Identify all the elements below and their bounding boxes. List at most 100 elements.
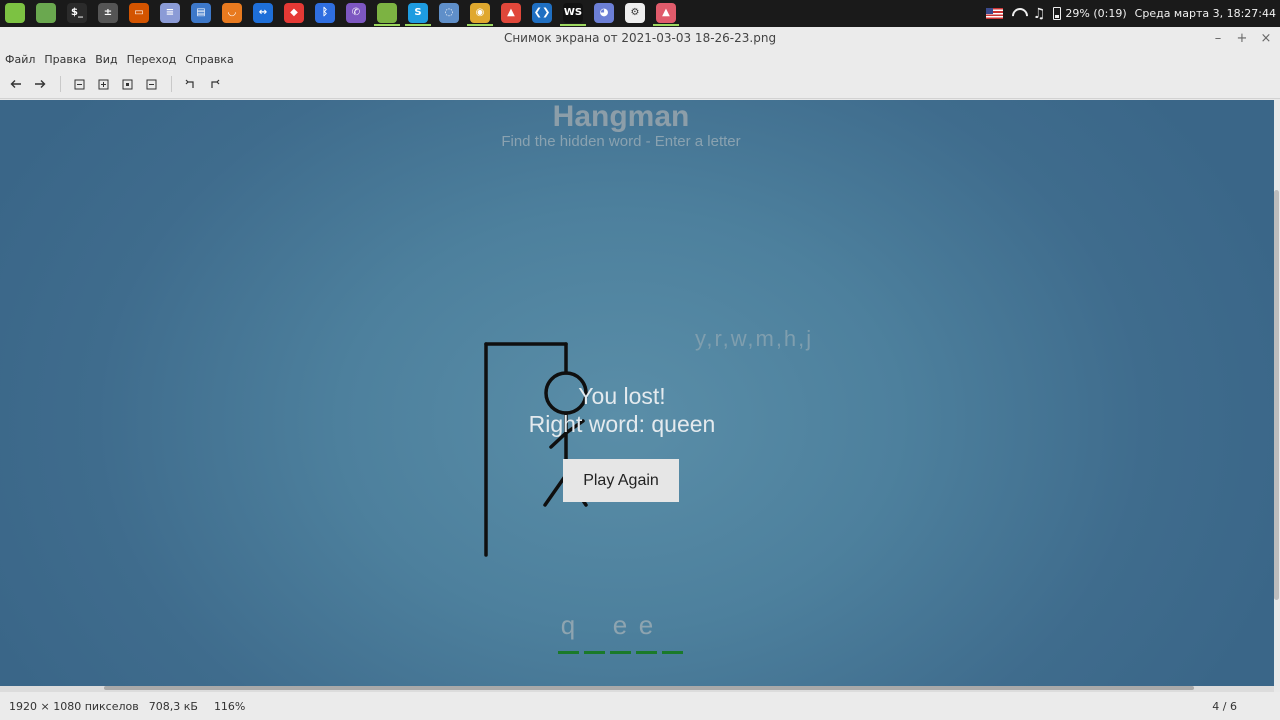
zoom-out-icon[interactable] [71, 76, 87, 92]
taskbar-app-impress[interactable]: ▭ [126, 2, 152, 26]
taskbar-app-webstorm[interactable]: WS [560, 2, 586, 26]
calculator-icon: ± [98, 2, 118, 23]
menu-help[interactable]: Справка [185, 53, 233, 66]
window-titlebar: Снимок экрана от 2021-03-03 18-26-23.png… [0, 27, 1280, 49]
chrome-icon: ◉ [470, 2, 490, 23]
menu-bar: Файл Правка Вид Переход Справка [0, 49, 1280, 70]
taskbar-app-viber[interactable]: ✆ [343, 2, 369, 26]
taskbar-apps: $_ ± ▭ ≡ ▤ ◡ ↔ ◆ ᛒ ✆ S ◌ ◉ ▲ ❮❯ WS ◕ ⚙ ▲ [0, 0, 684, 27]
taskbar-app-mint-menu[interactable] [2, 2, 28, 26]
close-button[interactable]: × [1260, 31, 1272, 46]
horizontal-scroll-thumb[interactable] [104, 686, 1194, 690]
slot-letter: e [612, 610, 628, 640]
taskbar-app-vscode[interactable]: ❮❯ [529, 2, 555, 26]
menu-view[interactable]: Вид [95, 53, 117, 66]
zoom-in-icon[interactable] [95, 76, 111, 92]
zoom-fit-icon[interactable] [119, 76, 135, 92]
taskbar-app-writer[interactable]: ▤ [188, 2, 214, 26]
show-desktop-icon [36, 2, 56, 23]
terminal-icon: $_ [67, 2, 87, 23]
taskbar-app-chrome[interactable]: ◉ [467, 2, 493, 26]
taskbar-app-teamviewer[interactable]: ↔ [250, 2, 276, 26]
taskbar-app-calculator[interactable]: ± [95, 2, 121, 26]
wrong-letters: y,r,w,m,h,j [695, 326, 814, 351]
taskbar-app-text-editor[interactable]: ≡ [157, 2, 183, 26]
slot-underline [583, 651, 605, 654]
viber-icon: ✆ [346, 2, 366, 23]
lost-message: You lost! [578, 383, 666, 409]
taskbar-app-bluetooth[interactable]: ᛒ [312, 2, 338, 26]
discord-icon: ◕ [594, 2, 614, 23]
back-icon[interactable] [8, 76, 24, 92]
vertical-scrollbar[interactable] [1274, 100, 1280, 686]
firefox-icon: ◡ [222, 2, 242, 23]
game-subtitle: Find the hidden word - Enter a letter [501, 133, 741, 150]
system-tray: ♫ 29% (0:19) Среда марта 3, 18:27:44 [978, 0, 1276, 27]
writer-icon: ▤ [191, 2, 211, 23]
wifi-icon[interactable] [1011, 8, 1025, 20]
keyboard-layout-flag-icon[interactable] [985, 8, 1003, 19]
taskbar: $_ ± ▭ ≡ ▤ ◡ ↔ ◆ ᛒ ✆ S ◌ ◉ ▲ ❮❯ WS ◕ ⚙ ▲ ♫ 29% (0:19) Сред… [0, 0, 1280, 27]
taskbar-app-skype[interactable]: S [405, 2, 431, 26]
play-again-button[interactable]: Play Again [563, 459, 679, 502]
image-viewport[interactable]: Hangman Find the hidden word - Enter a l… [0, 100, 1274, 686]
window-title: Снимок экрана от 2021-03-03 18-26-23.png [503, 31, 777, 45]
letter-slot [582, 610, 606, 654]
menu-edit[interactable]: Правка [44, 53, 86, 66]
taskbar-app-image-viewer[interactable]: ▲ [653, 2, 679, 26]
letter-slot: q [556, 610, 580, 654]
mint-menu-icon [5, 2, 25, 23]
webstorm-icon: WS [563, 2, 583, 23]
slot-letter: q [560, 610, 576, 640]
taskbar-app-terminal[interactable]: $_ [64, 2, 90, 26]
taskbar-app-show-desktop[interactable] [33, 2, 59, 26]
files-icon [377, 2, 397, 23]
maximize-button[interactable]: + [1236, 31, 1248, 46]
toolbar-separator [60, 76, 61, 92]
forward-icon[interactable] [32, 76, 48, 92]
taskbar-app-settings[interactable]: ⚙ [622, 2, 648, 26]
toolbar-separator [171, 76, 172, 92]
game-title: Hangman [552, 100, 690, 133]
slot-underline [557, 651, 579, 654]
file-size: 708,3 кБ [148, 699, 198, 713]
battery-icon[interactable] [1053, 7, 1062, 20]
vertical-scroll-thumb[interactable] [1274, 190, 1279, 600]
taskbar-app-firefox[interactable]: ◡ [219, 2, 245, 26]
slot-underline [661, 651, 683, 654]
hangman-drawing [484, 342, 588, 557]
virtualbox-icon: ◌ [439, 2, 459, 23]
impress-icon: ▭ [129, 2, 149, 23]
minimize-button[interactable]: – [1212, 31, 1224, 46]
menu-go[interactable]: Переход [127, 53, 177, 66]
clock[interactable]: Среда марта 3, 18:27:44 [1135, 7, 1276, 20]
taskbar-app-anydesk[interactable]: ◆ [281, 2, 307, 26]
letter-slot: e [608, 610, 632, 654]
image-viewer-icon: ▲ [656, 2, 676, 23]
image-dimensions: 1920 × 1080 пикселов [9, 699, 139, 713]
bluetooth-icon: ᛒ [315, 2, 335, 23]
teamviewer-icon: ↔ [253, 2, 273, 23]
rotate-right-icon[interactable] [206, 76, 222, 92]
toolbar [0, 70, 1280, 99]
settings-icon: ⚙ [625, 2, 645, 23]
image-counter: 4 / 6 [1212, 699, 1237, 713]
taskbar-app-postman[interactable]: ▲ [498, 2, 524, 26]
rotate-left-icon[interactable] [182, 76, 198, 92]
slot-underline [609, 651, 631, 654]
sound-icon[interactable]: ♫ [1033, 6, 1046, 22]
battery-status[interactable]: 29% (0:19) [1065, 7, 1126, 20]
letter-slot [660, 610, 684, 654]
window-controls: – + × [1200, 27, 1272, 49]
taskbar-app-discord[interactable]: ◕ [591, 2, 617, 26]
zoom-level: 116% [213, 699, 246, 713]
menu-file[interactable]: Файл [5, 53, 35, 66]
postman-icon: ▲ [501, 2, 521, 23]
vscode-icon: ❮❯ [532, 2, 552, 23]
word-slots: q e e [556, 610, 686, 654]
taskbar-app-files[interactable] [374, 2, 400, 26]
slot-underline [635, 651, 657, 654]
right-word-message: Right word: queen [528, 411, 716, 437]
zoom-original-icon[interactable] [143, 76, 159, 92]
taskbar-app-virtualbox[interactable]: ◌ [436, 2, 462, 26]
